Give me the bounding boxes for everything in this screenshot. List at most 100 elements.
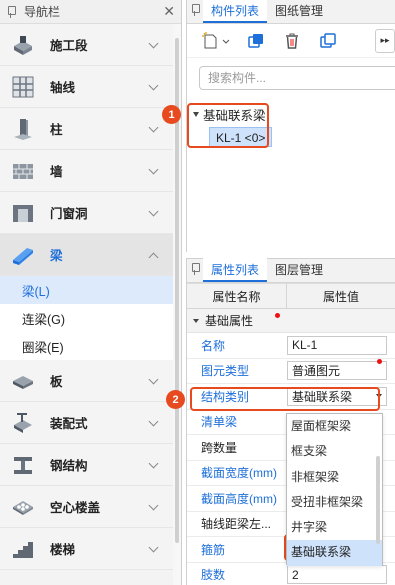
property-key: 清单梁 [201,415,238,430]
highlight-box-structure-row [190,387,380,411]
property-key: 跨数量 [201,440,238,455]
nav-item-beam[interactable]: 梁 [0,234,181,276]
property-row-name: 名称 KL-1 [187,333,395,359]
option-transfer-beam[interactable]: 框支梁 [287,439,382,464]
property-table-header: 属性名称 属性值 [187,283,395,309]
pin-icon[interactable] [187,0,203,23]
name-value: KL-1 [292,338,318,353]
tab-drawing-management[interactable]: 图纸管理 [267,0,331,23]
property-row-leg-count: 肢数 2 [187,563,395,585]
chevron-down-icon [149,502,159,512]
column-icon [10,116,36,142]
nav-item-label: 柱 [50,123,63,137]
chevron-down-icon [149,124,159,134]
modified-dot-icon [377,359,382,365]
construction-section-icon [10,32,36,58]
navigation-panel: 导航栏 ✕ 施工段 轴线 柱 墙 门窗洞 梁 梁(L) 连梁(G) 圈梁(E) … [0,0,182,585]
beam-icon [10,242,36,268]
nav-item-wall[interactable]: 墙 [0,150,181,192]
chevron-down-icon [149,376,159,386]
component-toolbar: ▸▸ [187,24,395,58]
chevron-down-icon [149,166,159,176]
name-field[interactable]: KL-1 [287,335,387,355]
search-input[interactable] [208,71,395,85]
column-property-name: 属性名称 [187,284,287,308]
tab-component-list[interactable]: 构件列表 [203,0,268,23]
leg-count-field[interactable]: 2 [287,565,387,585]
property-row-element-type: 图元类型 普通图元 [187,359,395,384]
nav-title: 导航栏 [24,5,61,19]
chevron-down-icon [149,418,159,428]
highlight-box-tree [187,103,269,148]
copy-component-button[interactable] [243,29,269,53]
new-component-button[interactable] [199,29,233,53]
nav-subitem-coupling-beam[interactable]: 连梁(G) [0,304,181,332]
delete-component-button[interactable] [279,29,305,53]
nav-item-label: 空心楼盖 [50,501,101,515]
nav-item-door-window[interactable]: 门窗洞 [0,192,181,234]
option-non-frame-beam[interactable]: 非框架梁 [287,465,382,490]
nav-subitem-beam-l[interactable]: 梁(L) [0,276,181,304]
group-basic-properties[interactable]: 基础属性 [187,309,395,333]
nav-item-hollow-floor[interactable]: 空心楼盖 [0,486,181,528]
nav-item-slab[interactable]: 板 [0,360,181,402]
chevron-down-icon [149,460,159,470]
chevron-down-icon [149,544,159,554]
copy-to-floor-button[interactable] [315,29,341,53]
app-root: 导航栏 ✕ 施工段 轴线 柱 墙 门窗洞 梁 梁(L) 连梁(G) 圈梁(E) … [0,0,395,585]
nav-item-stair[interactable]: 楼梯 [0,528,181,570]
structure-category-dropdown: 屋面框架梁 框支梁 非框架梁 受扭非框架梁 井字梁 基础联系梁 [286,413,383,566]
component-tabs: 构件列表 图纸管理 [187,0,395,24]
more-tools-icon[interactable]: ▸▸ [375,28,395,53]
column-property-value: 属性值 [322,290,359,304]
leg-count-value: 2 [292,567,299,582]
steel-structure-icon [10,452,36,478]
property-key: 图元类型 [201,364,250,379]
group-label: 基础属性 [205,314,254,328]
dropdown-scrollbar[interactable] [376,456,380,544]
tab-property-list[interactable]: 属性列表 [203,258,268,282]
callout-badge-2: 2 [166,390,185,409]
nav-item-label: 楼梯 [50,543,76,557]
option-grid-beam[interactable]: 井字梁 [287,515,382,540]
nav-item-steel-structure[interactable]: 钢结构 [0,444,181,486]
property-tabs: 属性列表 图层管理 [187,258,395,283]
nav-item-prefab[interactable]: 装配式 [0,402,181,444]
tab-layer-management[interactable]: 图层管理 [267,258,331,282]
nav-item-column[interactable]: 柱 [0,108,181,150]
nav-header: 导航栏 ✕ [0,0,181,24]
door-window-icon [10,200,36,226]
collapse-triangle-icon[interactable] [193,318,199,323]
modified-dot-icon [275,313,280,318]
nav-item-construction-section[interactable]: 施工段 [0,24,181,66]
element-type-field[interactable]: 普通图元 [287,359,387,381]
nav-item-label: 梁 [50,249,63,263]
property-key: 箍筋 [201,542,226,557]
nav-item-axis[interactable]: 轴线 [0,66,181,108]
property-key: 名称 [201,338,226,353]
option-roof-frame-beam[interactable]: 屋面框架梁 [287,414,382,439]
prefab-icon [10,410,36,436]
nav-item-label: 钢结构 [50,459,88,473]
nav-item-label: 施工段 [50,39,88,53]
property-key: 截面宽度(mm) [201,466,277,481]
close-icon[interactable]: ✕ [163,3,175,20]
pin-icon[interactable] [187,258,203,282]
callout-badge-1: 1 [162,105,181,124]
axis-grid-icon [10,74,36,100]
chevron-down-icon [149,40,159,50]
pin-icon[interactable] [6,5,16,18]
layers-copy-icon [320,32,336,48]
nav-item-label: 墙 [50,165,63,179]
chevron-down-icon [149,208,159,218]
wall-icon [10,158,36,184]
option-torsion-non-frame-beam[interactable]: 受扭非框架梁 [287,490,382,515]
chevron-down-icon [149,82,159,92]
nav-item-label: 门窗洞 [50,207,88,221]
nav-subitem-ring-beam[interactable]: 圈梁(E) [0,332,181,360]
element-type-value: 普通图元 [292,364,341,379]
option-foundation-tie-beam[interactable]: 基础联系梁 [287,540,382,566]
hollow-floor-icon [10,494,36,520]
property-key: 轴线距梁左... [201,517,272,532]
component-search[interactable] [199,66,395,90]
